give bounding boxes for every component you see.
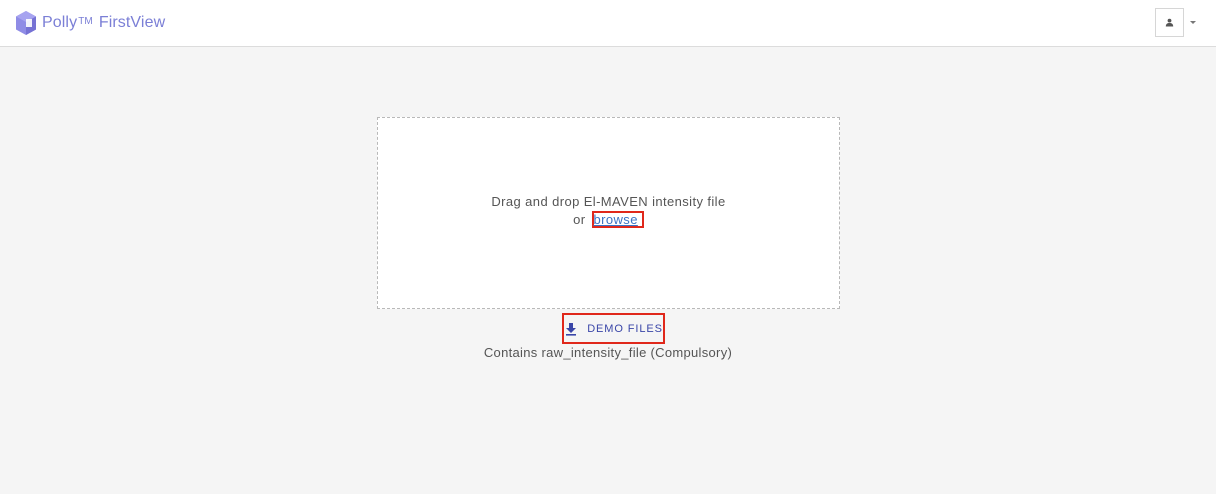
demo-files-button[interactable]: DEMO FILES [562,313,665,344]
trademark-mark: TM [78,16,93,27]
user-account-button[interactable] [1155,8,1184,37]
or-text: or [573,212,586,227]
brand[interactable]: Polly TM FirstView [15,9,165,37]
download-icon [566,322,577,336]
brand-title: Polly TM FirstView [42,14,165,32]
product-name-text: FirstView [98,14,166,31]
demo-files-note: Contains raw_intensity_file (Compulsory) [483,345,733,360]
polly-logo-icon [16,11,36,35]
drop-instruction: Drag and drop El-MAVEN intensity file [491,194,726,209]
browse-line: or browse [378,211,839,228]
demo-files-label: DEMO FILES [587,322,663,335]
user-menu[interactable] [1155,8,1196,37]
user-icon [1165,18,1174,27]
browse-link[interactable]: browse [591,211,644,228]
brand-name-text: Polly [42,14,78,31]
file-drop-zone[interactable]: Drag and drop El-MAVEN intensity file or… [377,117,840,309]
top-navigation-bar: Polly TM FirstView [0,0,1216,47]
caret-down-icon[interactable] [1190,21,1196,24]
